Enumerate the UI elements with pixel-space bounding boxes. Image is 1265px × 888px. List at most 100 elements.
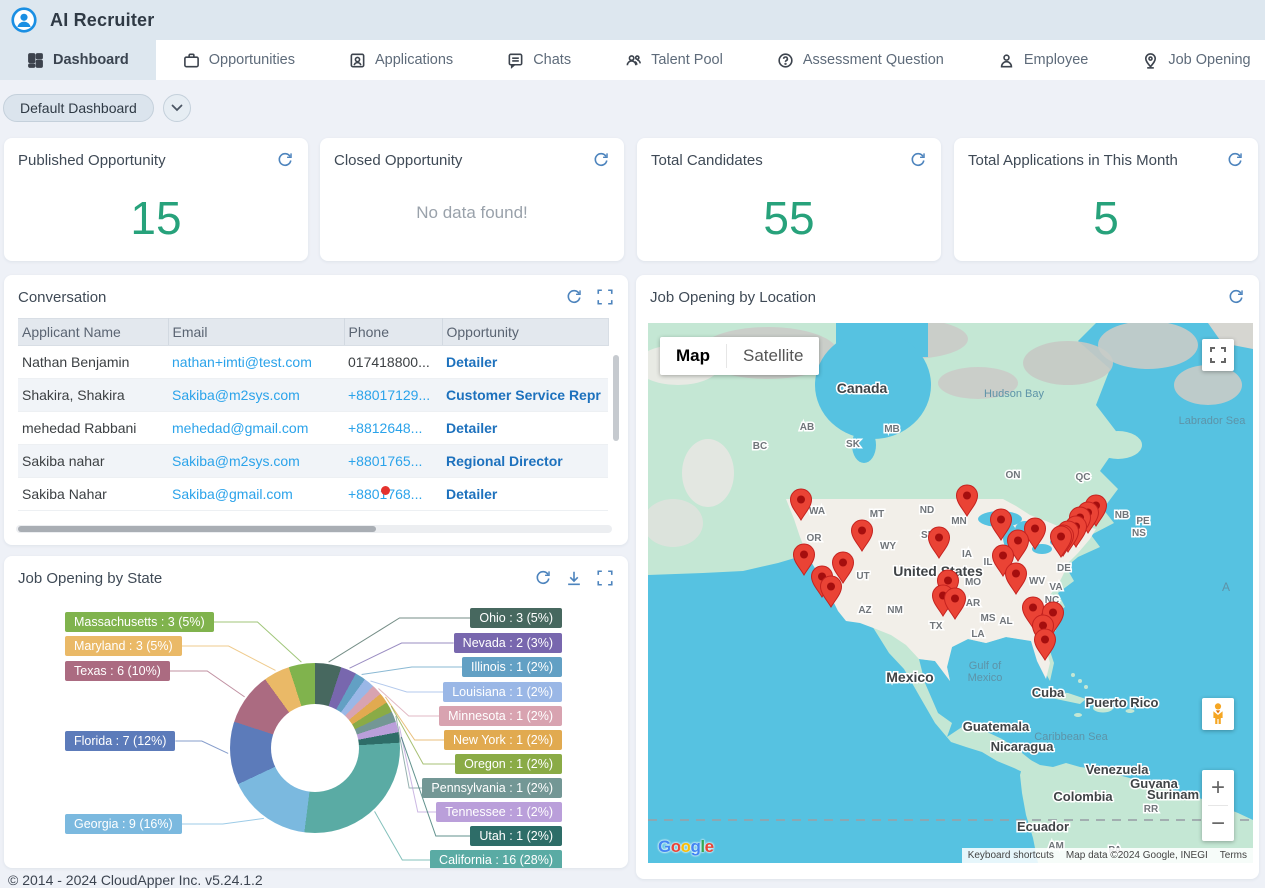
keyboard-shortcuts-link[interactable]: Keyboard shortcuts (962, 848, 1060, 863)
region-label-ut: UT (856, 571, 869, 582)
svg-text:Mexico: Mexico (968, 672, 1003, 684)
stat-card-empty-text: No data found! (320, 203, 624, 223)
refresh-icon[interactable] (1226, 151, 1244, 169)
region-label-il: IL (984, 557, 993, 568)
download-icon[interactable] (565, 569, 583, 587)
table-row[interactable]: mehedad Rabbanimehedad@gmail.com+8812648… (18, 412, 608, 445)
map-fullscreen-button[interactable] (1202, 339, 1234, 371)
stat-card-total-candidates: Total Candidates 55 (637, 138, 941, 261)
table-row[interactable]: Nathan Benjaminnathan+imti@test.com01741… (18, 346, 608, 379)
refresh-icon[interactable] (1227, 288, 1245, 306)
pegman-street-view-button[interactable] (1202, 698, 1234, 730)
region-label-wy: WY (880, 541, 896, 552)
chart-label-minnesota[interactable]: Minnesota : 1 (2%) (439, 706, 562, 726)
country-label-ecuador: Ecuador (1017, 819, 1069, 834)
phone-link[interactable]: +8801765... (348, 453, 422, 469)
google-map[interactable]: ABSKMBBCONQCWAMTNDMNORWYSDIAILMOUTAZNMTX… (648, 323, 1253, 863)
zoom-out-button[interactable]: − (1202, 806, 1234, 841)
tab-chats[interactable]: Chats (480, 40, 598, 80)
region-label-ms: MS (981, 613, 996, 624)
briefcase-icon (183, 52, 200, 69)
stat-card-value: 15 (4, 191, 308, 245)
email-link[interactable]: nathan+imti@test.com (172, 354, 312, 370)
google-logo[interactable]: Google (658, 837, 714, 857)
chart-label-new-york[interactable]: New York : 1 (2%) (444, 730, 562, 750)
chart-label-georgia[interactable]: Georgia : 9 (16%) (65, 814, 182, 834)
email-link[interactable]: Sakiba@gmail.com (172, 486, 293, 502)
chart-label-nevada[interactable]: Nevada : 2 (3%) (454, 633, 562, 653)
pegman-icon (1210, 703, 1226, 725)
map-attribution: Keyboard shortcuts Map data ©2024 Google… (962, 848, 1253, 863)
conversation-vertical-scrollbar[interactable] (613, 355, 619, 441)
cell-phone: +8801765... (344, 445, 442, 478)
phone-link[interactable]: +8812648... (348, 420, 422, 436)
email-link[interactable]: Sakiba@m2sys.com (172, 387, 300, 403)
chart-label-ohio[interactable]: Ohio : 3 (5%) (470, 608, 562, 628)
chart-label-louisiana[interactable]: Louisiana : 1 (2%) (443, 682, 562, 702)
people-group-icon (625, 52, 642, 69)
chart-label-utah[interactable]: Utah : 1 (2%) (470, 826, 562, 846)
chart-label-oregon[interactable]: Oregon : 1 (2%) (455, 754, 562, 774)
question-circle-icon (777, 52, 794, 69)
expand-icon[interactable] (596, 569, 614, 587)
zoom-in-button[interactable]: + (1202, 770, 1234, 805)
phone-link[interactable]: +88017129... (348, 387, 430, 403)
region-label-ia: IA (962, 549, 972, 560)
refresh-icon[interactable] (276, 151, 294, 169)
refresh-icon[interactable] (592, 151, 610, 169)
country-label-mexico: Mexico (886, 669, 933, 685)
tab-opportunities[interactable]: Opportunities (156, 40, 322, 80)
refresh-icon[interactable] (565, 288, 583, 306)
chart-label-maryland[interactable]: Maryland : 3 (5%) (65, 636, 182, 656)
dashboard-selector-chip[interactable]: Default Dashboard (3, 94, 154, 122)
table-row[interactable]: Shakira, ShakiraSakiba@m2sys.com+8801712… (18, 379, 608, 412)
stat-card-title: Total Candidates (651, 152, 896, 169)
chart-label-california[interactable]: California : 16 (28%) (430, 850, 562, 868)
tab-dashboard[interactable]: Dashboard (0, 40, 156, 80)
water-label-labrador-sea: Labrador Sea (1179, 415, 1247, 427)
stat-card-title: Total Applications in This Month (968, 152, 1213, 169)
chart-label-massachusetts[interactable]: Massachusetts : 3 (5%) (65, 612, 214, 632)
main-nav: DashboardOpportunitiesApplicationsChats T… (0, 40, 1265, 80)
refresh-icon[interactable] (909, 151, 927, 169)
terms-link[interactable]: Terms (1214, 848, 1253, 863)
chart-label-pennsylvania[interactable]: Pennsylvania : 1 (2%) (422, 778, 562, 798)
tab-assessment-question[interactable]: Assessment Question (750, 40, 971, 80)
opportunity-link[interactable]: Detailer (446, 420, 497, 436)
region-label-va: VA (1049, 582, 1062, 593)
chart-label-florida[interactable]: Florida : 7 (12%) (65, 731, 175, 751)
dashboard-selector-expand-button[interactable] (163, 94, 191, 122)
region-label-qc: QC (1076, 472, 1091, 483)
table-row[interactable]: Sakiba naharSakiba@m2sys.com +8801765... R… (18, 445, 608, 478)
tab-employee[interactable]: Employee (971, 40, 1115, 80)
refresh-icon[interactable] (534, 569, 552, 587)
email-link[interactable]: mehedad@gmail.com (172, 420, 308, 436)
opportunity-link[interactable]: Customer Service Repr (446, 387, 601, 403)
conversation-horizontal-scrollbar[interactable] (16, 525, 612, 533)
water-label-gulf-of: Gulf of (969, 660, 1002, 672)
region-label-ar: AR (966, 598, 981, 609)
phone-text: 017418800... (348, 354, 430, 370)
job-opening-by-state-card: Job Opening by State Ohio : 3 (5%)Nevada… (4, 556, 628, 868)
expand-icon[interactable] (596, 288, 614, 306)
map-type-satellite-button[interactable]: Satellite (727, 337, 819, 375)
table-row[interactable]: Sakiba NaharSakiba@gmail.com+8801768...D… (18, 478, 608, 511)
tab-applications[interactable]: Applications (322, 40, 480, 80)
opportunity-link[interactable]: Regional Director (446, 453, 563, 469)
tab-talent-pool[interactable]: Talent Pool (598, 40, 750, 80)
map-data-attribution: Map data ©2024 Google, INEGI (1060, 848, 1214, 863)
tab-label: Talent Pool (651, 52, 723, 68)
donut-chart-hole (271, 704, 359, 792)
tab-job-opening[interactable]: Job Opening (1115, 40, 1265, 80)
chart-label-tennessee[interactable]: Tennessee : 1 (2%) (436, 802, 562, 822)
chart-label-texas[interactable]: Texas : 6 (10%) (65, 661, 170, 681)
country-label-venezuela: Venezuela (1086, 762, 1150, 777)
chart-label-illinois[interactable]: Illinois : 1 (2%) (462, 657, 562, 677)
opportunity-link[interactable]: Detailer (446, 354, 497, 370)
map-canvas[interactable]: ABSKMBBCONQCWAMTNDMNORWYSDIAILMOUTAZNMTX… (648, 323, 1253, 863)
map-type-control: Map Satellite (660, 337, 819, 375)
opportunity-link[interactable]: Detailer (446, 486, 497, 502)
email-link[interactable]: Sakiba@m2sys.com (172, 453, 300, 469)
map-type-map-button[interactable]: Map (660, 337, 726, 375)
cell-applicant-name: Sakiba nahar (18, 445, 168, 478)
